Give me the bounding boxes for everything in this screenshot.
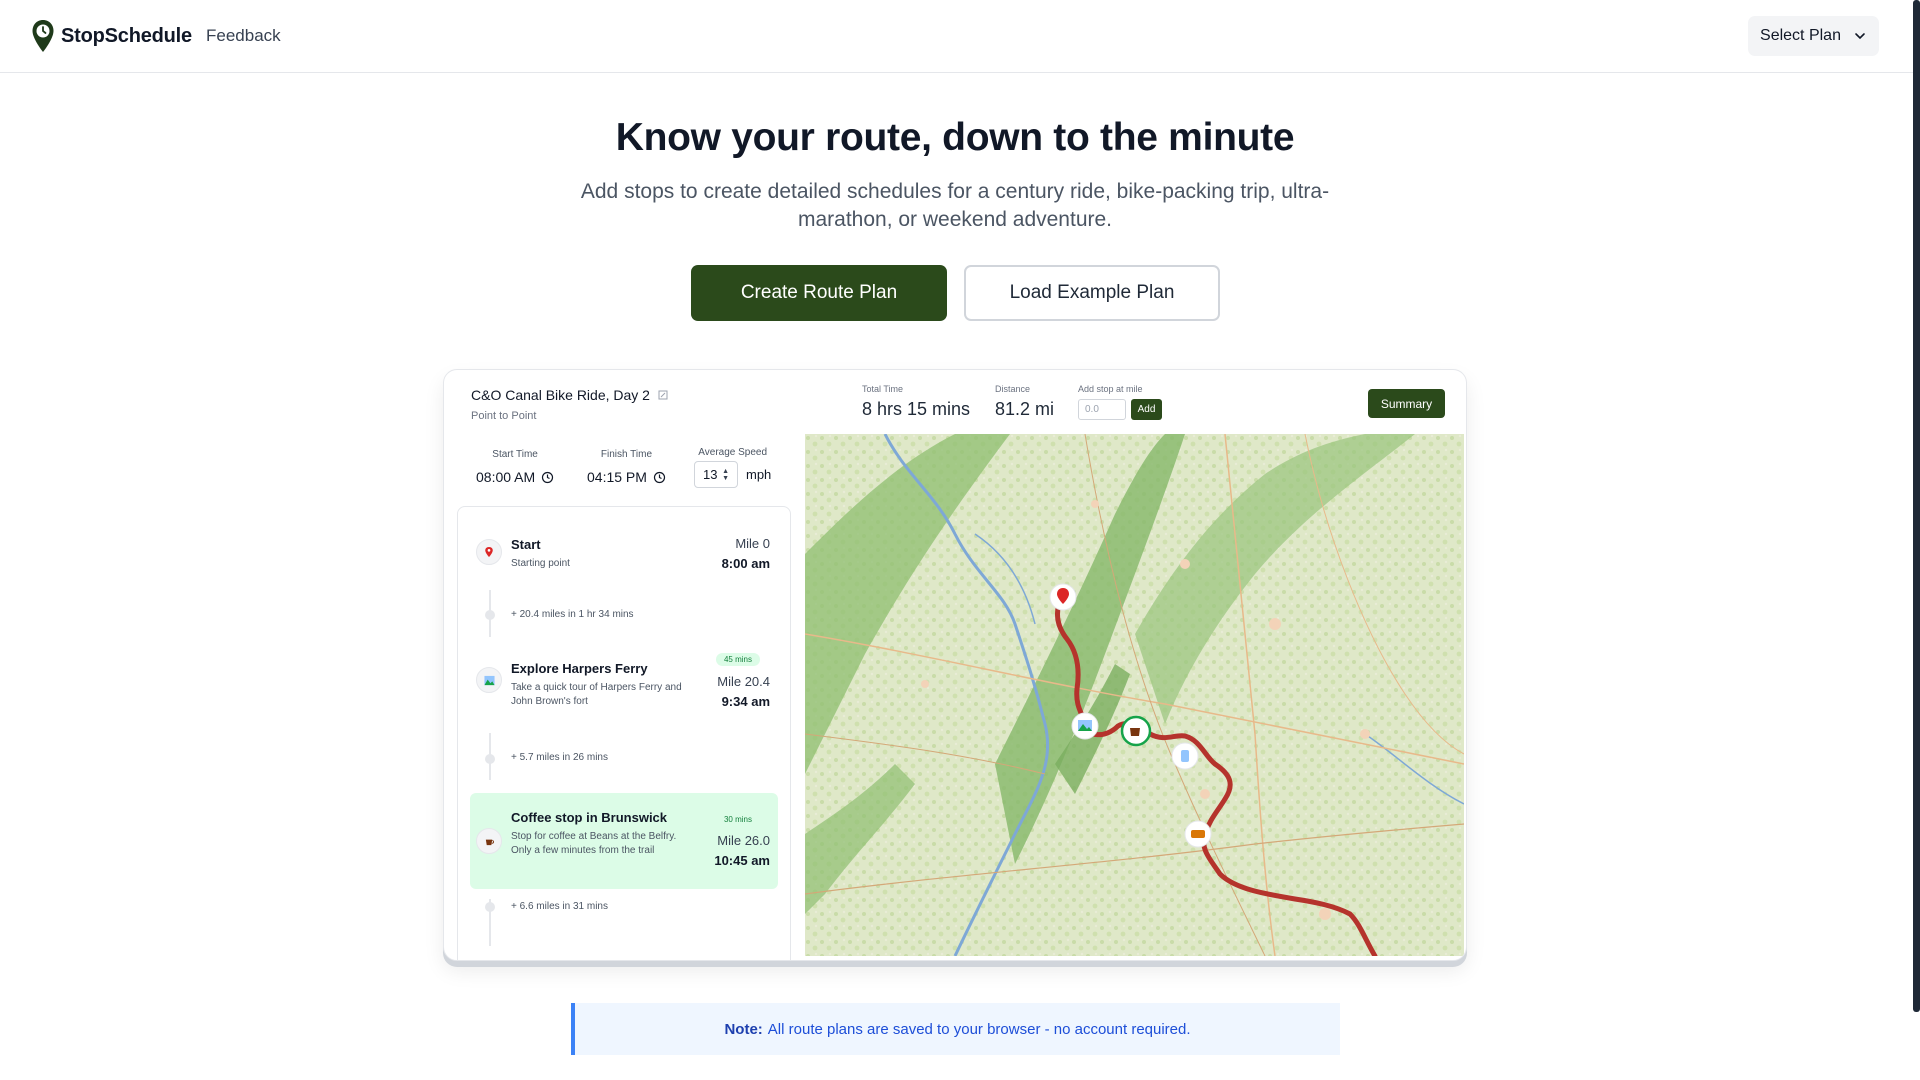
start-time-value: 08:00 AM — [476, 469, 536, 485]
finish-time-field[interactable]: Finish Time 04:15 PM — [587, 449, 666, 485]
food-marker-icon — [1184, 820, 1212, 848]
stop-time: 9:34 am — [721, 694, 770, 709]
distance-stat: Distance 81.2 mi — [995, 384, 1054, 420]
info-note: Note: All route plans are saved to your … — [571, 1003, 1340, 1055]
landscape-icon — [476, 667, 502, 693]
add-stop-button[interactable]: Add — [1131, 399, 1162, 420]
coffee-marker-icon — [1120, 715, 1152, 747]
edit-icon[interactable] — [658, 390, 668, 400]
add-stop-label: Add stop at mile — [1078, 384, 1143, 394]
total-time-stat: Total Time 8 hrs 15 mins — [862, 384, 970, 420]
add-stop-control: Add stop at mile 0.0 Add — [1078, 384, 1162, 420]
finish-time-label: Finish Time — [600, 449, 653, 460]
segment-summary: + 5.7 miles in 26 mins — [511, 752, 608, 763]
plan-title-text: C&O Canal Bike Ride, Day 2 — [471, 387, 650, 403]
stop-time: 10:45 am — [714, 853, 770, 868]
finish-time-value: 04:15 PM — [587, 469, 647, 485]
segment-dot — [485, 902, 495, 912]
segment-summary: + 20.4 miles in 1 hr 34 mins — [511, 609, 634, 620]
segment-dot — [485, 610, 495, 620]
start-time-field[interactable]: Start Time 08:00 AM — [476, 449, 554, 485]
list-item[interactable]: Start Starting point Mile 0 8:00 am — [470, 527, 778, 583]
plan-title: C&O Canal Bike Ride, Day 2 — [471, 387, 668, 403]
distance-value: 81.2 mi — [995, 399, 1055, 419]
clock-icon — [542, 471, 554, 483]
route-map[interactable] — [805, 434, 1464, 956]
logo-text: StopSchedule — [61, 24, 192, 47]
stop-description: Take a quick tour of Harpers Ferry and J… — [511, 682, 682, 707]
hero-subtitle: Add stops to create detailed schedules f… — [580, 180, 1330, 231]
list-item[interactable]: 30 mins Coffee stop in Brunswick Stop fo… — [470, 793, 778, 889]
stop-mile: Mile 0 — [735, 536, 770, 551]
average-speed-input[interactable]: 13 ▲ ▼ — [694, 461, 738, 488]
duration-badge: 30 mins — [723, 815, 752, 824]
stop-description: Starting point — [511, 558, 570, 569]
map-pin-logo-icon — [32, 20, 54, 52]
nav-feedback-link[interactable]: Feedback — [206, 26, 281, 46]
stops-list[interactable]: Start Starting point Mile 0 8:00 am + 20… — [457, 506, 791, 960]
stop-mile: Mile 26.0 — [717, 833, 770, 848]
speed-unit: mph — [746, 467, 772, 482]
average-speed-label: Average Speed — [698, 447, 768, 458]
segment-summary: + 6.6 miles in 31 mins — [511, 901, 608, 912]
stop-name: Explore Harpers Ferry — [511, 661, 648, 676]
stop-description: Stop for coffee at Beans at the Belfry. … — [511, 831, 677, 856]
select-plan-label: Select Plan — [1760, 27, 1841, 44]
duration-badge: 45 mins — [715, 653, 760, 666]
average-speed-field: Average Speed 13 ▲ ▼ mph — [694, 447, 771, 488]
clock-icon — [653, 471, 666, 483]
total-time-value: 8 hrs 15 mins — [862, 399, 971, 419]
select-plan-dropdown[interactable]: Select Plan — [1748, 16, 1879, 56]
load-example-plan-button[interactable]: Load Example Plan — [964, 265, 1220, 321]
landscape-marker-icon — [1071, 712, 1099, 740]
note-label: Note: — [724, 1020, 763, 1038]
coffee-icon — [476, 828, 502, 854]
stop-mile: Mile 20.4 — [717, 674, 770, 689]
list-item[interactable]: 45 mins Explore Harpers Ferry Take a qui… — [470, 653, 778, 723]
create-route-plan-button[interactable]: Create Route Plan — [691, 265, 947, 321]
stop-time: 8:00 am — [721, 556, 770, 571]
summary-button[interactable]: Summary — [1368, 389, 1445, 418]
stepper-arrows-icon[interactable]: ▲ ▼ — [722, 468, 729, 482]
total-time-label: Total Time — [862, 384, 904, 394]
stop-name: Start — [511, 537, 541, 552]
add-stop-mile-input[interactable]: 0.0 — [1078, 399, 1126, 420]
pin-icon — [476, 539, 502, 565]
start-time-label: Start Time — [492, 449, 538, 460]
stop-name: Coffee stop in Brunswick — [511, 810, 668, 825]
page-scrollbar[interactable] — [1913, 0, 1920, 1012]
hero-title: Know your route, down to the minute — [615, 116, 1295, 159]
water-marker-icon — [1171, 742, 1199, 770]
chevron-down-icon — [1855, 33, 1865, 40]
note-text: All route plans are saved to your browse… — [767, 1020, 1191, 1038]
route-plan-preview: C&O Canal Bike Ride, Day 2 Point to Poin… — [443, 369, 1467, 961]
logo[interactable]: StopSchedule — [31, 19, 192, 53]
segment-dot — [485, 754, 495, 764]
average-speed-value: 13 — [703, 467, 718, 482]
plan-type: Point to Point — [471, 410, 537, 422]
start-marker-icon — [1049, 583, 1077, 611]
distance-label: Distance — [995, 384, 1031, 394]
top-navigation-bar: StopSchedule Feedback Select Plan — [0, 0, 1920, 73]
